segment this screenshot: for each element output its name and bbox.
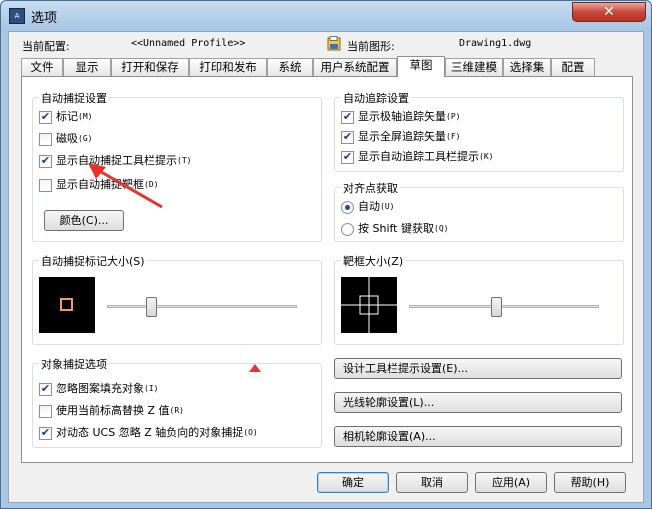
aperture-size-group: 靶框大小(Z) [334, 253, 624, 345]
drafting-tab-panel: 自动捕捉设置 ✔ 标记(M) 磁吸(G) ✔ 显示自动捕捉工具栏提示(T) 显示自动… [21, 76, 633, 463]
shortcut-hint: (K) [479, 152, 494, 161]
checkbox-box[interactable]: ✔ [39, 426, 52, 440]
drawing-file-icon [327, 36, 341, 51]
ok-button[interactable]: 确定 [317, 472, 389, 493]
radio-label: 自动 [358, 200, 380, 213]
cancel-button[interactable]: 取消 [396, 472, 468, 493]
tab-selection[interactable]: 选择集 [503, 58, 551, 76]
checkbox-box[interactable] [39, 404, 52, 418]
autosnap-settings-group: 自动捕捉设置 ✔ 标记(M) 磁吸(G) ✔ 显示自动捕捉工具栏提示(T) 显示自动… [32, 90, 322, 242]
checkbox-box[interactable]: ✔ [39, 154, 52, 168]
radio-label: 按 Shift 键获取 [358, 222, 434, 235]
drafting-tooltip-settings-button[interactable]: 设计工具栏提示设置(E)... [334, 358, 622, 379]
tab-open-save[interactable]: 打开和保存 [111, 58, 189, 76]
current-drawing-value: Drawing1.dwg [459, 38, 532, 49]
checkbox-box[interactable] [39, 178, 52, 192]
tab-files[interactable]: 文件 [21, 58, 63, 76]
checkbox-ignore-negative-z[interactable]: ✔ 对动态 UCS 忽略 Z 轴负向的对象捕捉(O) [39, 426, 258, 442]
checkbox-magnet[interactable]: 磁吸(G) [39, 132, 92, 148]
current-profile-label: 当前配置: [22, 40, 70, 53]
shortcut-hint: (T) [177, 156, 192, 165]
tab-system[interactable]: 系统 [267, 58, 313, 76]
autocad-app-icon: A [9, 8, 25, 24]
current-drawing-label: 当前图形: [347, 40, 395, 53]
radio-automatic[interactable]: 自动(U) [341, 200, 394, 216]
marker-size-slider-track[interactable] [107, 305, 297, 308]
checkbox-polar-tracking-vector[interactable]: ✔ 显示极轴追踪矢量(P) [341, 110, 460, 126]
shortcut-hint: (U) [380, 202, 395, 211]
tab-display[interactable]: 显示 [63, 58, 111, 76]
checkbox-autotrack-tooltip[interactable]: ✔ 显示自动追踪工具栏提示(K) [341, 150, 493, 166]
checkbox-label: 忽略图案填充对象 [56, 382, 144, 395]
autosnap-marker-size-title: 自动捕捉标记大小(S) [39, 253, 147, 269]
checkbox-label: 显示自动追踪工具栏提示 [358, 150, 479, 163]
checkbox-label: 使用当前标高替换 Z 值 [56, 404, 170, 417]
snap-marker-square [60, 298, 73, 311]
alignment-acquisition-group: 对齐点获取 自动(U) 按 Shift 键获取(Q) [334, 180, 624, 242]
tab-drafting[interactable]: 草图 [397, 56, 445, 77]
current-profile-value: <<Unnamed Profile>> [131, 38, 246, 49]
shortcut-hint: (Q) [434, 224, 449, 233]
autotrack-settings-group: 自动追踪设置 ✔ 显示极轴追踪矢量(P) ✔ 显示全屏追踪矢量(F) ✔ 显示自动追踪… [334, 90, 624, 172]
tab-user-preferences[interactable]: 用户系统配置 [313, 58, 397, 76]
checkbox-box[interactable]: ✔ [341, 150, 354, 164]
marker-size-slider-thumb[interactable] [146, 297, 158, 317]
tab-profiles[interactable]: 配置 [551, 58, 595, 76]
checkbox-label: 标记 [56, 110, 78, 123]
tab-plot-publish[interactable]: 打印和发布 [189, 58, 267, 76]
help-button[interactable]: 帮助(H) [554, 472, 626, 493]
red-annotation-arrow [88, 163, 163, 209]
shortcut-hint: (F) [446, 132, 461, 141]
checkbox-replace-z-value[interactable]: 使用当前标高替换 Z 值(R) [39, 404, 184, 420]
checkbox-box[interactable]: ✔ [341, 130, 354, 144]
dialog-client-area: 当前配置: <<Unnamed Profile>> 当前图形: Drawing1… [8, 31, 644, 503]
aperture-size-slider-thumb[interactable] [491, 297, 503, 317]
close-icon: ✕ [603, 4, 615, 20]
close-button[interactable]: ✕ [572, 2, 646, 22]
aperture-crosshair-icon [341, 277, 397, 333]
checkbox-box[interactable]: ✔ [39, 382, 52, 396]
shortcut-hint: (P) [446, 112, 461, 121]
object-snap-options-title: 对象捕捉选项 [39, 356, 109, 372]
shortcut-hint: (I) [144, 384, 159, 393]
checkbox-ignore-hatch[interactable]: ✔ 忽略图案填充对象(I) [39, 382, 158, 398]
checkbox-box[interactable]: ✔ [341, 110, 354, 124]
radio-button[interactable] [341, 222, 354, 236]
checkbox-label: 对动态 UCS 忽略 Z 轴负向的对象捕捉 [56, 426, 244, 439]
checkbox-fullscreen-tracking-vector[interactable]: ✔ 显示全屏追踪矢量(F) [341, 130, 460, 146]
aperture-size-preview [341, 277, 397, 333]
checkbox-label: 磁吸 [56, 132, 78, 145]
shortcut-hint: (O) [243, 428, 258, 437]
shortcut-hint: (M) [78, 112, 93, 121]
checkbox-box[interactable]: ✔ [39, 110, 52, 124]
checkbox-box[interactable] [39, 132, 52, 146]
marker-size-preview [39, 277, 95, 333]
autosnap-settings-title: 自动捕捉设置 [39, 90, 109, 106]
aperture-size-slider-track[interactable] [409, 305, 599, 308]
object-snap-options-group: 对象捕捉选项 ✔ 忽略图案填充对象(I) 使用当前标高替换 Z 值(R) ✔ 对动态… [32, 356, 322, 448]
checkbox-marker[interactable]: ✔ 标记(M) [39, 110, 92, 126]
camera-glyph-settings-button[interactable]: 相机轮廓设置(A)... [334, 426, 622, 447]
shortcut-hint: (G) [78, 134, 93, 143]
window-title: 选项 [31, 11, 58, 26]
title-bar[interactable]: A 选项 ✕ [1, 1, 651, 31]
radio-shift-to-acquire[interactable]: 按 Shift 键获取(Q) [341, 222, 448, 238]
apply-button[interactable]: 应用(A) [475, 472, 547, 493]
radio-button[interactable] [341, 200, 354, 214]
options-dialog: A 选项 ✕ 当前配置: <<Unnamed Profile>> 当前图形: D… [0, 0, 652, 509]
light-glyph-settings-button[interactable]: 光线轮廓设置(L)... [334, 392, 622, 413]
alignment-acquisition-title: 对齐点获取 [341, 180, 400, 196]
aperture-size-title: 靶框大小(Z) [341, 253, 406, 269]
shortcut-hint: (R) [169, 406, 184, 415]
tab-3d-modeling[interactable]: 三维建模 [445, 58, 503, 76]
autosnap-marker-size-group: 自动捕捉标记大小(S) [32, 253, 322, 345]
checkbox-label: 显示全屏追踪矢量 [358, 130, 446, 143]
checkbox-label: 显示极轴追踪矢量 [358, 110, 446, 123]
autotrack-settings-title: 自动追踪设置 [341, 90, 411, 106]
